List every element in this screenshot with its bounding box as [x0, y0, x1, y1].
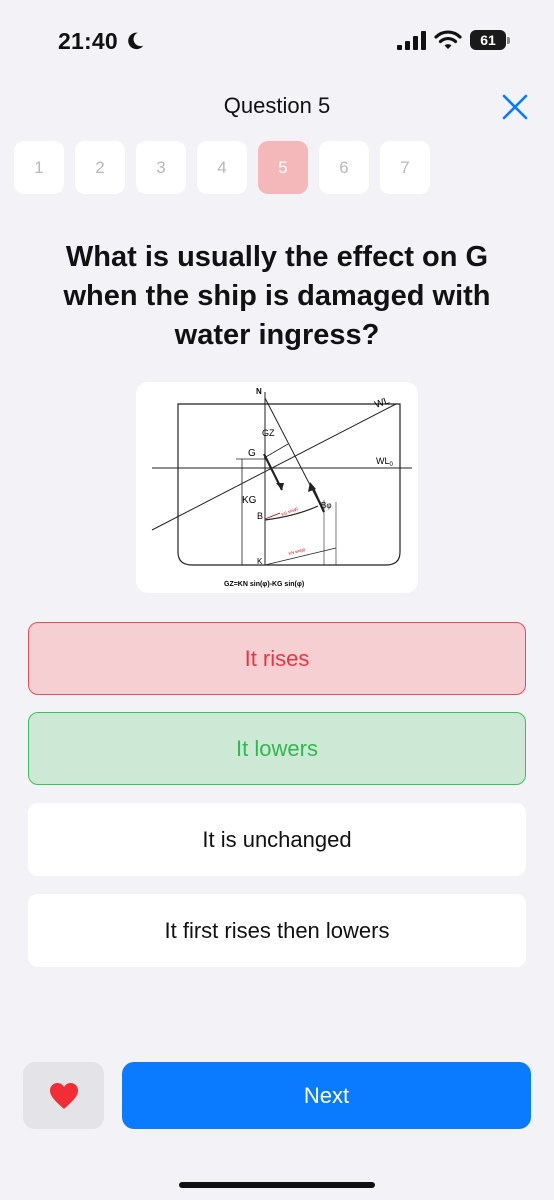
- waterline-inclined: [151, 403, 397, 531]
- status-bar: 21:40 61: [0, 0, 554, 80]
- step-label: 5: [278, 157, 288, 177]
- wifi-icon: [434, 30, 462, 49]
- hull-outline: [177, 403, 401, 566]
- label-g: G: [248, 448, 256, 459]
- next-button[interactable]: Next: [122, 1062, 531, 1129]
- label-bphi: Bφ: [321, 501, 332, 510]
- step-6[interactable]: 6: [319, 141, 369, 194]
- step-2[interactable]: 2: [75, 141, 125, 194]
- heart-icon: [49, 1082, 78, 1109]
- label-n: N: [256, 387, 262, 396]
- stability-diagram: N WL WL0 GZ G KG B Bφ K KG sin(φ) KN sin…: [136, 382, 418, 593]
- gz-lever: [263, 443, 289, 459]
- step-label: 2: [95, 157, 105, 177]
- step-3[interactable]: 3: [136, 141, 186, 194]
- label-kg: KG: [242, 495, 257, 506]
- status-time: 21:40: [58, 28, 118, 54]
- label-kn-sin: KN sin(φ): [288, 547, 306, 556]
- answer-option-1[interactable]: It rises: [28, 622, 526, 695]
- gravity-arrowhead: [276, 483, 284, 490]
- answer-option-2[interactable]: It lowers: [28, 712, 526, 785]
- moon-icon: [128, 32, 144, 50]
- favorite-button[interactable]: [23, 1062, 104, 1129]
- stability-diagram-svg: N WL WL0 GZ G KG B Bφ K KG sin(φ) KN sin…: [151, 387, 412, 588]
- signal-icon: [397, 31, 426, 50]
- label-wl: WL: [373, 395, 391, 411]
- answer-option-3[interactable]: It is unchanged: [28, 803, 526, 876]
- label-k: K: [257, 557, 263, 566]
- step-1[interactable]: 1: [14, 141, 64, 194]
- battery-icon: 61: [470, 30, 510, 50]
- battery-level: 61: [480, 32, 496, 48]
- step-4[interactable]: 4: [197, 141, 247, 194]
- answer-label: It rises: [244, 645, 310, 671]
- label-formula: GZ=KN sin(φ)-KG sin(φ): [224, 581, 304, 588]
- answer-option-4[interactable]: It first rises then lowers: [28, 894, 526, 967]
- answer-label: It lowers: [236, 735, 318, 761]
- step-label: 7: [400, 157, 410, 177]
- label-wl0: WL0: [376, 456, 394, 468]
- question-steps: 1 2 3 4 5 6 7: [14, 141, 430, 194]
- page-title: Question 5: [223, 93, 331, 118]
- answer-label: It is unchanged: [202, 826, 352, 852]
- step-label: 1: [34, 157, 44, 177]
- label-gz: GZ: [262, 428, 275, 438]
- step-label: 4: [217, 157, 227, 177]
- step-7[interactable]: 7: [380, 141, 430, 194]
- label-b: B: [257, 511, 263, 521]
- next-label: Next: [303, 1082, 350, 1108]
- step-label: 6: [339, 157, 349, 177]
- home-indicator: [179, 1182, 375, 1188]
- close-icon[interactable]: [500, 92, 530, 122]
- step-label: 3: [156, 157, 166, 177]
- answer-label: It first rises then lowers: [164, 917, 390, 943]
- question-text: What is usually the effect on G when the…: [63, 241, 491, 351]
- step-5[interactable]: 5: [258, 141, 308, 194]
